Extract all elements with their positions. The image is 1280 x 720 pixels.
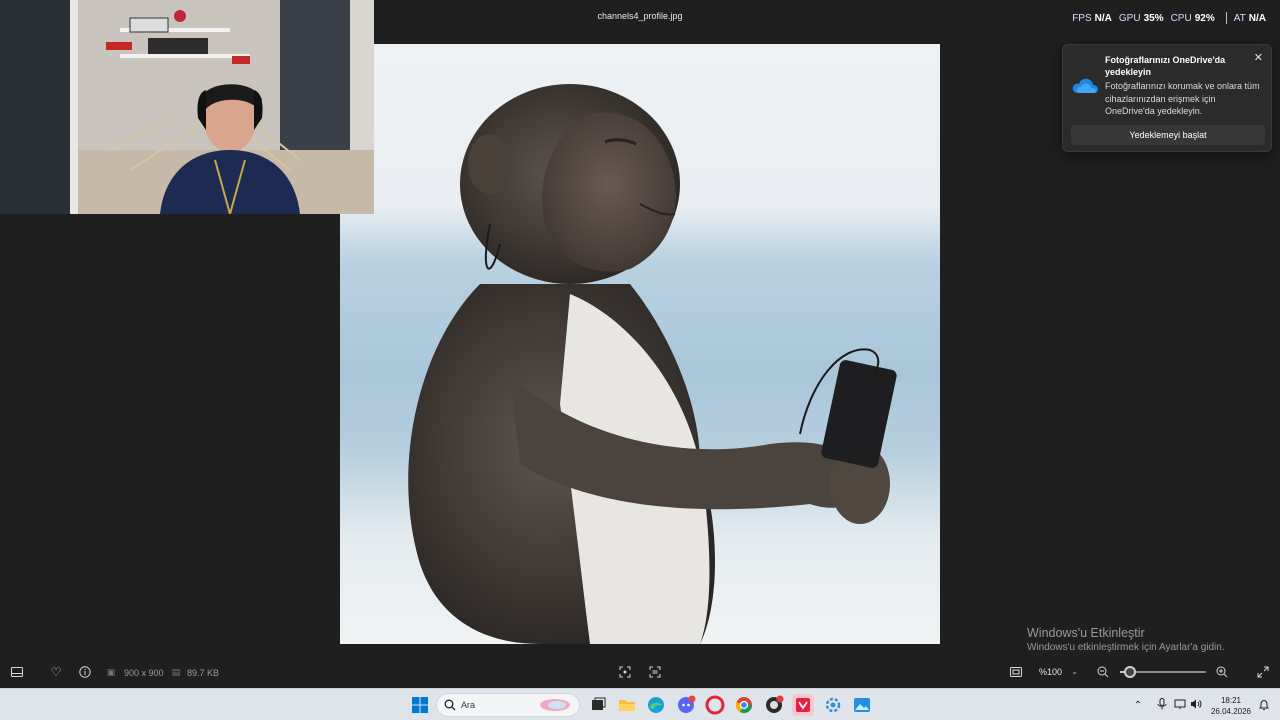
fps-value: N/A (1094, 12, 1112, 24)
third-label: AT (1233, 12, 1246, 24)
performance-overlay: FPS N/A GPU 35% CPU 92% AT N/A (1072, 12, 1270, 24)
fullscreen-icon[interactable] (1256, 665, 1270, 679)
clock-date: 26.04.2026 (1210, 707, 1252, 716)
search-placeholder: Ara (461, 700, 476, 710)
zoom-level-select[interactable]: %100 ⌄ (1030, 662, 1086, 682)
search-icon (444, 698, 456, 716)
onedrive-notification[interactable]: Fotoğraflarınızı OneDrive'da yedekleyin … (1062, 44, 1272, 152)
taskbar-clock[interactable]: 18:21 26.04.2026 (1208, 695, 1254, 717)
gpu-value: 35% (1143, 12, 1164, 24)
onedrive-cloud-icon (1071, 75, 1099, 100)
crop-focus-icon[interactable] (618, 665, 632, 679)
perf-divider (1225, 12, 1227, 24)
edge-browser-icon[interactable] (645, 694, 667, 716)
taskbar-search-box[interactable]: Ara (436, 693, 580, 717)
search-highlight-icon (539, 698, 571, 717)
volume-icon[interactable] (1188, 698, 1204, 713)
viewer-toolbar: ♡ ▣ 900 x 900 ▤ 89.7 KB %100 ⌄ (0, 656, 1280, 688)
zoom-slider[interactable] (1120, 666, 1206, 678)
obs-studio-icon[interactable] (763, 694, 785, 716)
cpu-value: 92% (1194, 12, 1215, 24)
chrome-browser-icon[interactable] (733, 694, 755, 716)
taskbar: Ara ⌃ 18:21 26.04.2026 (0, 688, 1280, 720)
fps-label: FPS (1072, 12, 1092, 24)
close-icon[interactable]: ✕ (1254, 51, 1263, 64)
zoom-slider-handle[interactable] (1124, 666, 1137, 678)
file-explorer-icon[interactable] (616, 694, 638, 716)
system-tray: ⌃ (1130, 689, 1204, 720)
clock-time: 18:21 (1220, 696, 1242, 705)
favorite-heart-icon[interactable]: ♡ (49, 665, 63, 679)
task-view-icon[interactable] (587, 694, 609, 716)
third-value: N/A (1248, 12, 1266, 24)
microphone-icon[interactable] (1152, 697, 1172, 713)
activation-watermark: Windows'u Etkinleştir Windows'u etkinleş… (1027, 626, 1225, 653)
toast-title: Fotoğraflarınızı OneDrive'da yedekleyin (1105, 55, 1226, 77)
chevron-down-icon: ⌄ (1071, 667, 1078, 676)
opera-browser-icon[interactable] (704, 694, 726, 716)
activation-subtitle: Windows'u etkinleştirmek için Ayarlar'a … (1027, 642, 1225, 653)
main-photo[interactable] (340, 44, 940, 644)
gpu-label: GPU (1118, 12, 1141, 24)
file-size: 89.7 KB (187, 668, 220, 678)
toast-body: Fotoğraflarınızı korumak ve onlara tüm c… (1105, 81, 1260, 116)
discord-icon[interactable] (675, 694, 697, 716)
windows-start-icon[interactable] (409, 694, 431, 716)
chevron-up-icon[interactable]: ⌃ (1130, 700, 1146, 711)
active-app-icon[interactable] (792, 694, 814, 716)
zoom-in-icon[interactable] (1215, 665, 1229, 679)
activation-title: Windows'u Etkinleştir (1027, 626, 1145, 640)
network-icon[interactable] (1172, 698, 1188, 713)
photo-viewer-window: channels4_profile.jpg FPS N/A GPU 35% CP… (0, 0, 1280, 688)
start-backup-button[interactable]: Yedeklemeyi başlat (1071, 125, 1265, 145)
image-dimensions: 900 x 900 (124, 668, 164, 678)
settings-gear-icon[interactable] (822, 694, 844, 716)
info-icon[interactable] (78, 665, 92, 679)
notification-bell-icon[interactable] (1258, 689, 1270, 720)
file-size-icon: ▤ (171, 666, 181, 677)
text-scan-icon[interactable] (648, 665, 662, 679)
photos-app-icon[interactable] (851, 694, 873, 716)
zoom-level-value: %100 (1039, 667, 1063, 677)
dimensions-icon: ▣ (106, 666, 116, 677)
filmstrip-icon[interactable] (10, 665, 24, 679)
monkey-image (408, 84, 897, 644)
cpu-label: CPU (1170, 12, 1192, 24)
streamer-camera-feed (0, 0, 374, 214)
zoom-out-icon[interactable] (1096, 665, 1110, 679)
webcam-overlay (0, 0, 374, 214)
fit-to-window-icon[interactable] (1009, 665, 1023, 679)
